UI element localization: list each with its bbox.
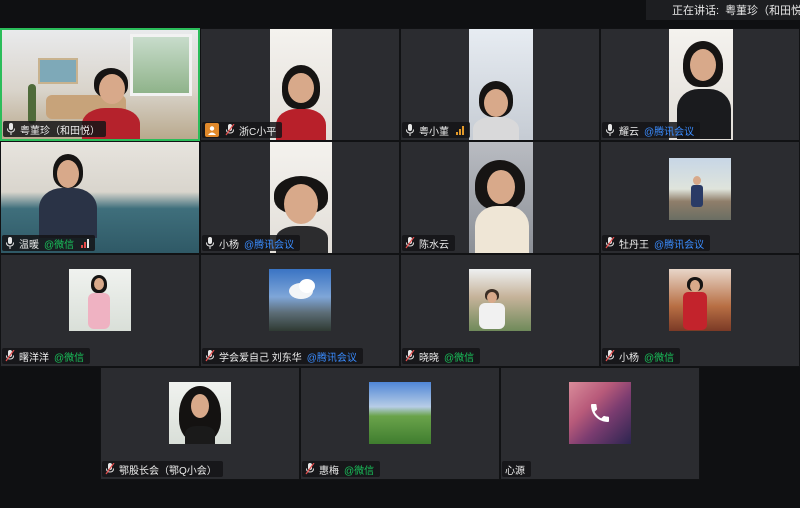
microphone-icon: [406, 124, 414, 136]
participant-name: 心源: [505, 465, 525, 477]
participant-namebar: 温暖 @微信: [2, 235, 96, 251]
participant-name: 陈水云: [419, 239, 449, 251]
microphone-muted-icon: [605, 237, 615, 249]
participant-namebar: 心源: [502, 461, 531, 477]
participant-video: [469, 142, 533, 253]
microphone-icon: [606, 124, 614, 136]
participant-tile[interactable]: 心源: [500, 367, 700, 480]
microphone-muted-icon: [305, 463, 315, 475]
participant-platform: @腾讯会议: [306, 352, 357, 364]
participant-video: [169, 382, 231, 444]
participant-tile[interactable]: 惠梅 @微信: [300, 367, 500, 480]
microphone-muted-icon: [405, 237, 415, 249]
participant-tile[interactable]: 曙洋洋 @微信: [0, 254, 200, 367]
participant-platform: @腾讯会议: [644, 126, 695, 138]
participant-tile[interactable]: 耀云 @腾讯会议: [600, 28, 800, 141]
participant-name: 浙C小平: [239, 126, 277, 138]
participant-name: 小杨: [219, 239, 239, 251]
participant-platform: @腾讯会议: [244, 239, 295, 251]
participant-name: 粤小菫: [419, 126, 449, 138]
participant-video: [269, 269, 331, 331]
speaking-label: 正在讲话:: [672, 5, 720, 17]
participant-tile[interactable]: 小杨 @微信: [600, 254, 800, 367]
participant-name: 惠梅: [319, 465, 339, 477]
participant-namebar: 粤小菫: [402, 122, 470, 138]
participant-namebar: 小杨 @腾讯会议: [202, 235, 301, 251]
participant-namebar: 曙洋洋 @微信: [2, 348, 91, 364]
participant-tile[interactable]: 粤小菫: [400, 28, 600, 141]
participant-tile[interactable]: 陈水云: [400, 141, 600, 254]
participant-video: [569, 382, 631, 444]
participant-tile[interactable]: 浙C小平: [200, 28, 400, 141]
participant-tile[interactable]: 鄂股长会（鄂Q小会）: [100, 367, 300, 480]
microphone-muted-icon: [225, 124, 235, 136]
microphone-icon: [6, 237, 14, 249]
participant-namebar: 鄂股长会（鄂Q小会）: [102, 461, 223, 477]
participant-namebar: 牡丹王 @腾讯会议: [602, 235, 711, 251]
participant-video: [69, 269, 131, 331]
participant-namebar: 陈水云: [402, 235, 455, 251]
participant-video: [669, 269, 731, 331]
microphone-muted-icon: [205, 350, 215, 362]
participant-namebar: 学会爱自己 刘东华 @腾讯会议: [202, 348, 363, 364]
participant-tile[interactable]: 牡丹王 @腾讯会议: [600, 141, 800, 254]
participant-tile[interactable]: 粤菫珍（和田悦）: [0, 28, 200, 141]
participant-platform: @微信: [344, 465, 375, 477]
participant-name: 学会爱自己 刘东华: [219, 352, 302, 364]
participant-name: 牡丹王: [619, 239, 649, 251]
participant-name: 小杨: [619, 352, 639, 364]
participant-namebar: 浙C小平: [202, 122, 283, 138]
microphone-muted-icon: [405, 350, 415, 362]
participant-name: 曙洋洋: [19, 352, 49, 364]
microphone-muted-icon: [105, 463, 115, 475]
signal-strength-icon: [81, 238, 90, 248]
participant-tile[interactable]: 温暖 @微信: [0, 141, 200, 254]
participant-tile[interactable]: 学会爱自己 刘东华 @腾讯会议: [200, 254, 400, 367]
participant-namebar: 粤菫珍（和田悦）: [3, 121, 106, 137]
participant-namebar: 耀云 @腾讯会议: [602, 122, 701, 138]
participant-namebar: 惠梅 @微信: [302, 461, 381, 477]
participant-video: [369, 382, 431, 444]
participant-platform: @微信: [644, 352, 675, 364]
participant-name: 耀云: [619, 126, 639, 138]
participant-video: [469, 269, 531, 331]
participant-tile[interactable]: 晓晓 @微信: [400, 254, 600, 367]
participant-name: 鄂股长会（鄂Q小会）: [119, 465, 217, 477]
phone-call-icon: [591, 404, 609, 422]
participant-tile[interactable]: 小杨 @腾讯会议: [200, 141, 400, 254]
active-speaker-bar: 正在讲话: 粤菫珍（和田悦: [646, 0, 800, 20]
participant-namebar: 晓晓 @微信: [402, 348, 481, 364]
participant-video: [669, 158, 731, 220]
signal-strength-icon: [456, 125, 464, 135]
participant-video: [469, 29, 533, 140]
participant-platform: @微信: [444, 352, 475, 364]
microphone-icon: [7, 123, 15, 135]
participant-namebar: 小杨 @微信: [602, 348, 681, 364]
microphone-icon: [206, 237, 214, 249]
participant-name: 晓晓: [419, 352, 439, 364]
participant-platform: @腾讯会议: [654, 239, 705, 251]
user-avatar-icon: [205, 123, 219, 137]
participant-platform: @微信: [54, 352, 85, 364]
speaking-names: 粤菫珍（和田悦: [725, 5, 800, 17]
participant-name: 粤菫珍（和田悦）: [20, 125, 100, 137]
microphone-muted-icon: [5, 350, 15, 362]
participant-platform: @微信: [44, 239, 75, 251]
participant-name: 温暖: [19, 239, 39, 251]
microphone-muted-icon: [605, 350, 615, 362]
